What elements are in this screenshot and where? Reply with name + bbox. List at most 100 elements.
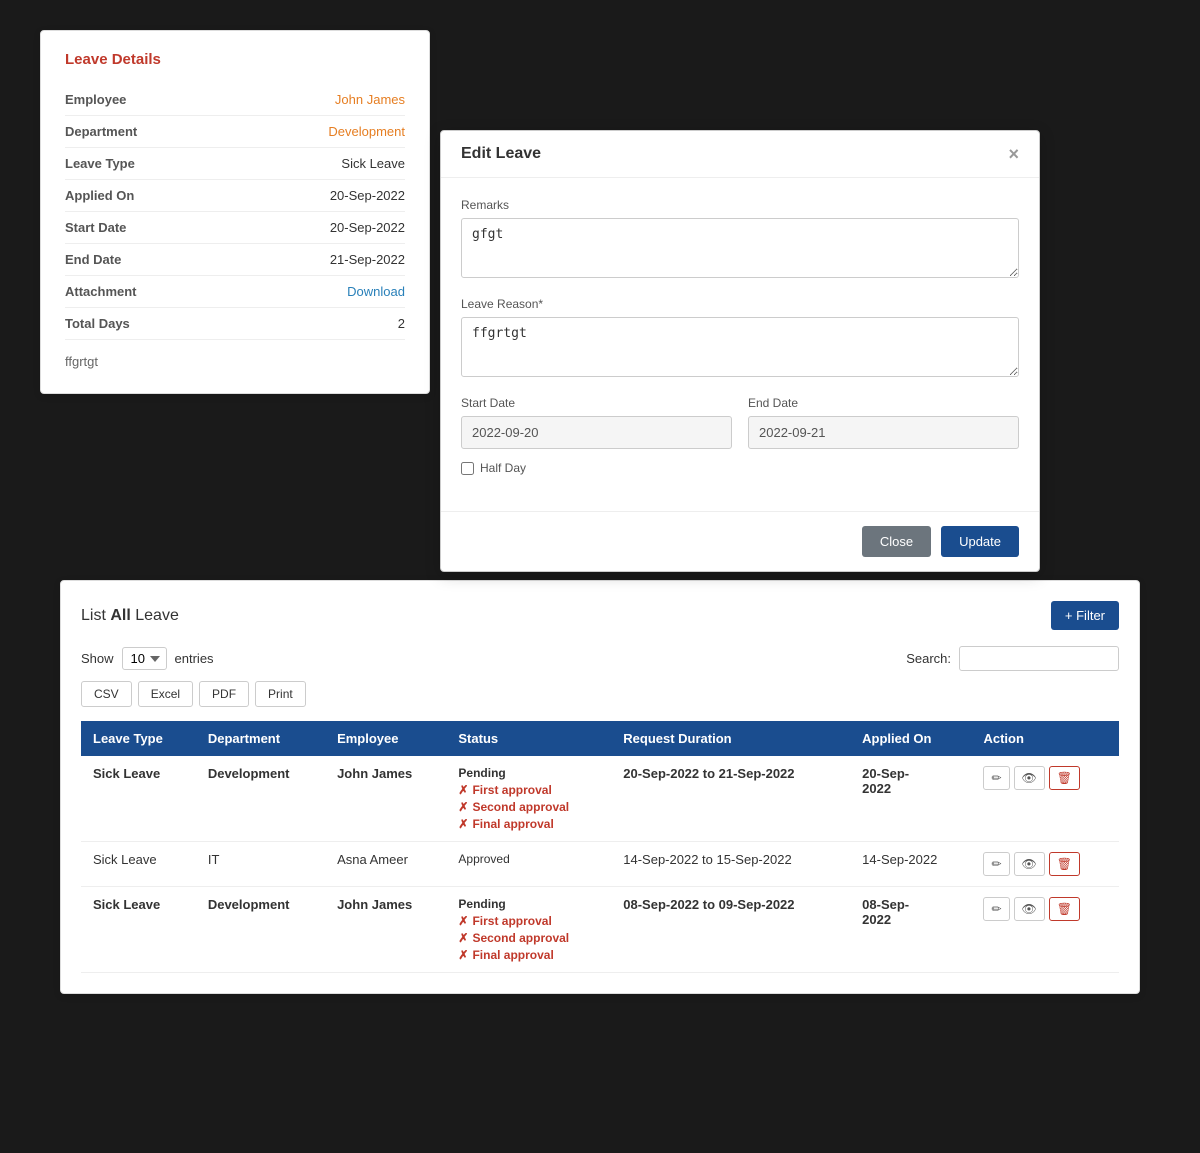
end-date-value: 21-Sep-2022 xyxy=(330,252,405,267)
row2-department: IT xyxy=(196,842,325,887)
modal-body: Remarks gfgt Leave Reason* ffgrtgt Start… xyxy=(441,178,1039,511)
status-pending: Pending xyxy=(458,766,599,780)
start-date-group: Start Date xyxy=(461,396,732,449)
employee-value: John James xyxy=(335,92,405,107)
table-head: Leave Type Department Employee Status Re… xyxy=(81,721,1119,756)
start-date-row: Start Date 20-Sep-2022 xyxy=(65,212,405,244)
remarks-group: Remarks gfgt xyxy=(461,198,1019,281)
row3-employee: John James xyxy=(325,887,446,973)
approval-second: ✗ Second approval xyxy=(458,800,599,814)
half-day-checkbox[interactable] xyxy=(461,462,474,475)
delete-button[interactable]: 🗑 xyxy=(1049,897,1080,921)
end-date-row: End Date 21-Sep-2022 xyxy=(65,244,405,276)
employee-row: Employee John James xyxy=(65,84,405,116)
table-row: Sick Leave Development John James Pendin… xyxy=(81,887,1119,973)
edit-leave-modal: Edit Leave × Remarks gfgt Leave Reason* … xyxy=(440,130,1040,572)
modal-close-button[interactable]: × xyxy=(1008,145,1019,163)
row1-leave-type: Sick Leave xyxy=(81,756,196,842)
show-entries: Show 10 25 50 entries xyxy=(81,647,214,670)
list-title: List All Leave xyxy=(81,607,179,625)
export-buttons: CSV Excel PDF Print xyxy=(81,681,1119,707)
download-link[interactable]: Download xyxy=(347,284,405,299)
search-row: Search: xyxy=(906,646,1119,671)
remarks-textarea[interactable]: gfgt xyxy=(461,218,1019,278)
list-leave-card: List All Leave + Filter Show 10 25 50 en… xyxy=(60,580,1140,994)
status-approved: Approved xyxy=(458,852,599,866)
leave-reason-label: Leave Reason* xyxy=(461,297,1019,311)
view-button[interactable]: 👁 xyxy=(1014,766,1045,790)
remarks-label: Remarks xyxy=(461,198,1019,212)
col-status: Status xyxy=(446,721,611,756)
x-icon: ✗ xyxy=(458,800,468,814)
view-button[interactable]: 👁 xyxy=(1014,897,1045,921)
excel-button[interactable]: Excel xyxy=(138,681,193,707)
modal-footer: Close Update xyxy=(441,511,1039,571)
applied-on-label: Applied On xyxy=(65,188,134,203)
filter-button[interactable]: + Filter xyxy=(1051,601,1119,630)
row2-leave-type: Sick Leave xyxy=(81,842,196,887)
attachment-label: Attachment xyxy=(65,284,137,299)
x-icon: ✗ xyxy=(458,931,468,945)
update-button[interactable]: Update xyxy=(941,526,1019,557)
x-icon: ✗ xyxy=(458,817,468,831)
end-date-input[interactable] xyxy=(748,416,1019,449)
entries-select[interactable]: 10 25 50 xyxy=(122,647,167,670)
delete-button[interactable]: 🗑 xyxy=(1049,766,1080,790)
edit-button[interactable]: ✏ xyxy=(983,852,1009,876)
row3-action: ✏ 👁 🗑 xyxy=(971,887,1119,973)
print-button[interactable]: Print xyxy=(255,681,306,707)
x-icon: ✗ xyxy=(458,783,468,797)
row1-duration: 20-Sep-2022 to 21-Sep-2022 xyxy=(611,756,850,842)
table-body: Sick Leave Development John James Pendin… xyxy=(81,756,1119,973)
half-day-label: Half Day xyxy=(480,461,526,475)
x-icon: ✗ xyxy=(458,948,468,962)
leave-details-card: Leave Details Employee John James Depart… xyxy=(40,30,430,394)
pdf-button[interactable]: PDF xyxy=(199,681,249,707)
action-buttons: ✏ 👁 🗑 xyxy=(983,766,1107,790)
edit-button[interactable]: ✏ xyxy=(983,766,1009,790)
department-label: Department xyxy=(65,124,137,139)
row1-applied-on: 20-Sep-2022 xyxy=(850,756,971,842)
modal-title: Edit Leave xyxy=(461,145,541,163)
row2-employee: Asna Ameer xyxy=(325,842,446,887)
row3-leave-type: Sick Leave xyxy=(81,887,196,973)
view-button[interactable]: 👁 xyxy=(1014,852,1045,876)
department-value: Development xyxy=(328,124,405,139)
approval-final: ✗ Final approval xyxy=(458,948,599,962)
row1-status: Pending ✗ First approval ✗ Second approv… xyxy=(446,756,611,842)
applied-on-row: Applied On 20-Sep-2022 xyxy=(65,180,405,212)
leave-reason-textarea[interactable]: ffgrtgt xyxy=(461,317,1019,377)
total-days-label: Total Days xyxy=(65,316,130,331)
row3-status: Pending ✗ First approval ✗ Second approv… xyxy=(446,887,611,973)
csv-button[interactable]: CSV xyxy=(81,681,132,707)
leave-table: Leave Type Department Employee Status Re… xyxy=(81,721,1119,973)
edit-button[interactable]: ✏ xyxy=(983,897,1009,921)
modal-header: Edit Leave × xyxy=(441,131,1039,178)
list-header: List All Leave + Filter xyxy=(81,601,1119,630)
attachment-row: Attachment Download xyxy=(65,276,405,308)
list-title-bold: All xyxy=(110,607,130,624)
leave-type-label: Leave Type xyxy=(65,156,135,171)
search-input[interactable] xyxy=(959,646,1119,671)
action-buttons: ✏ 👁 🗑 xyxy=(983,852,1107,876)
start-date-value: 20-Sep-2022 xyxy=(330,220,405,235)
table-header-row: Leave Type Department Employee Status Re… xyxy=(81,721,1119,756)
action-buttons: ✏ 👁 🗑 xyxy=(983,897,1107,921)
total-days-row: Total Days 2 xyxy=(65,308,405,340)
leave-reason-group: Leave Reason* ffgrtgt xyxy=(461,297,1019,380)
date-row: Start Date End Date xyxy=(461,396,1019,449)
total-days-value: 2 xyxy=(398,316,405,331)
delete-button[interactable]: 🗑 xyxy=(1049,852,1080,876)
row1-employee: John James xyxy=(325,756,446,842)
start-date-modal-label: Start Date xyxy=(461,396,732,410)
row3-applied-on: 08-Sep-2022 xyxy=(850,887,971,973)
end-date-label: End Date xyxy=(65,252,121,267)
department-row: Department Development xyxy=(65,116,405,148)
row1-department: Development xyxy=(196,756,325,842)
close-modal-button[interactable]: Close xyxy=(862,526,931,557)
row3-department: Development xyxy=(196,887,325,973)
start-date-input[interactable] xyxy=(461,416,732,449)
approval-final: ✗ Final approval xyxy=(458,817,599,831)
end-date-modal-label: End Date xyxy=(748,396,1019,410)
entries-label: entries xyxy=(175,651,214,666)
